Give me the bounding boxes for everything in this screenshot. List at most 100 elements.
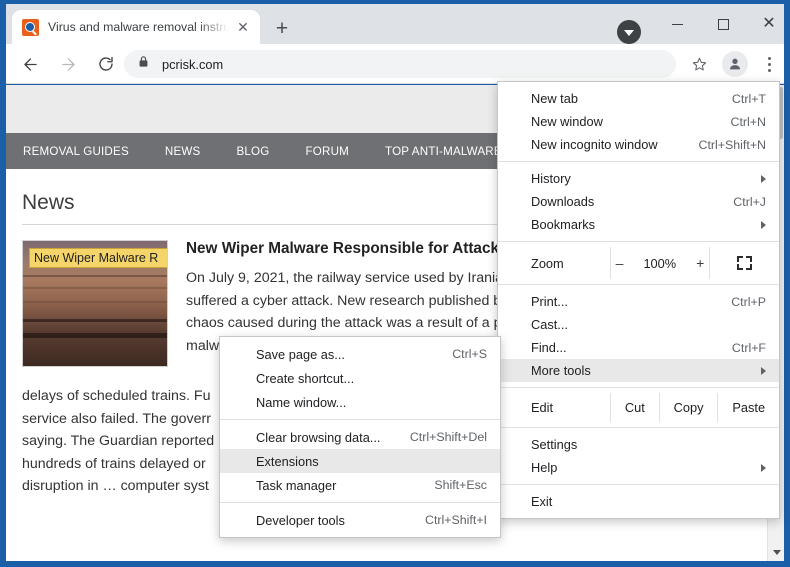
menu-item-label: History [531,171,751,186]
menu-item-find[interactable]: Find... Ctrl+F [498,336,779,359]
window-frame-bottom [0,561,790,567]
submenu-item-label: Developer tools [256,513,415,528]
menu-item-label: Find... [531,340,722,355]
nav-item-removal-guides[interactable]: REMOVAL GUIDES [23,145,129,158]
nav-item-top-anti-malware[interactable]: TOP ANTI-MALWARE [385,145,502,158]
arrow-left-icon [21,55,40,74]
menu-item-label: New incognito window [531,137,689,152]
nav-item-forum[interactable]: FORUM [306,145,350,158]
menu-item-new-tab[interactable]: New tab Ctrl+T [498,87,779,110]
browser-tab[interactable]: Virus and malware removal instru ✕ [12,10,260,44]
scroll-down-button[interactable] [768,544,784,561]
cut-button[interactable]: Cut [610,393,659,422]
menu-item-new-window[interactable]: New window Ctrl+N [498,110,779,133]
zoom-in-button[interactable]: + [696,255,704,271]
tab-search-button[interactable] [617,20,641,44]
submenu-item-label: Create shortcut... [256,371,487,386]
submenu-item-label: Save page as... [256,347,442,362]
window-frame-right [784,0,790,567]
fullscreen-button[interactable] [709,247,779,279]
address-bar[interactable]: pcrisk.com [124,50,676,78]
menu-item-label: Downloads [531,194,723,209]
menu-item-shortcut: Ctrl+J [733,195,766,209]
menu-item-new-incognito-window[interactable]: New incognito window Ctrl+Shift+N [498,133,779,156]
lock-icon [138,55,150,73]
menu-item-label: Bookmarks [531,217,751,232]
menu-item-downloads[interactable]: Downloads Ctrl+J [498,190,779,213]
pcrisk-magnifier-icon [22,19,39,36]
close-icon[interactable]: ✕ [234,18,252,36]
submenu-separator [220,502,500,503]
maximize-button[interactable] [700,8,746,40]
star-icon [691,56,708,73]
menu-item-label: Help [531,460,751,475]
zoom-label: Zoom [498,247,610,279]
zoom-controls: – 100% + [610,247,709,279]
browser-toolbar: pcrisk.com [6,44,784,84]
maximize-icon [718,19,729,30]
chevron-right-icon [761,367,766,375]
submenu-item-name-window[interactable]: Name window... [220,390,500,414]
menu-item-label: New window [531,114,721,129]
url-text: pcrisk.com [162,57,223,72]
new-tab-button[interactable]: + [268,14,296,42]
arrow-right-icon [59,55,78,74]
menu-zoom-row: Zoom – 100% + [498,247,779,279]
submenu-item-developer-tools[interactable]: Developer tools Ctrl+Shift+I [220,508,500,532]
menu-separator [498,387,779,388]
bookmark-star-button[interactable] [686,50,712,78]
three-dot-menu-icon[interactable] [756,50,782,78]
fullscreen-icon [737,256,752,270]
nav-item-news[interactable]: NEWS [165,145,201,158]
profile-avatar-icon [727,56,743,72]
zoom-out-button[interactable]: – [616,255,624,271]
minimize-button[interactable] [654,8,700,40]
menu-item-label: New tab [531,91,722,106]
submenu-item-shortcut: Ctrl+S [452,347,487,361]
menu-separator [498,161,779,162]
window-close-button[interactable]: ✕ [746,8,790,40]
chevron-right-icon [761,175,766,183]
menu-item-bookmarks[interactable]: Bookmarks [498,213,779,236]
copy-button[interactable]: Copy [659,393,718,422]
submenu-item-label: Task manager [256,478,424,493]
profile-button[interactable] [722,51,748,77]
submenu-item-clear-browsing-data[interactable]: Clear browsing data... Ctrl+Shift+Del [220,425,500,449]
chrome-main-menu: New tab Ctrl+T New window Ctrl+N New inc… [497,81,780,519]
chevron-down-icon [773,550,781,555]
back-button[interactable] [16,50,44,78]
nav-item-blog[interactable]: BLOG [236,145,269,158]
edit-label: Edit [498,393,610,422]
menu-item-label: Print... [531,294,721,309]
browser-window: Virus and malware removal instru ✕ + ✕ [0,0,790,567]
menu-separator [498,241,779,242]
article-thumbnail[interactable]: New Wiper Malware R [22,240,168,367]
chevron-right-icon [761,464,766,472]
menu-item-shortcut: Ctrl+N [731,115,766,129]
submenu-item-task-manager[interactable]: Task manager Shift+Esc [220,473,500,497]
chevron-right-icon [761,221,766,229]
menu-item-label: Settings [531,437,766,452]
submenu-item-shortcut: Ctrl+Shift+I [425,513,487,527]
submenu-item-save-page-as[interactable]: Save page as... Ctrl+S [220,342,500,366]
menu-item-exit[interactable]: Exit [498,490,779,513]
submenu-item-create-shortcut[interactable]: Create shortcut... [220,366,500,390]
forward-button[interactable] [54,50,82,78]
menu-item-settings[interactable]: Settings [498,433,779,456]
menu-item-print[interactable]: Print... Ctrl+P [498,290,779,313]
reload-button[interactable] [92,50,120,78]
submenu-item-shortcut: Ctrl+Shift+Del [410,430,487,444]
submenu-item-extensions[interactable]: Extensions [220,449,500,473]
paste-button[interactable]: Paste [717,393,779,422]
submenu-separator [220,419,500,420]
minimize-icon [672,24,683,25]
article-thumbnail-caption: New Wiper Malware R [29,248,168,268]
menu-item-help[interactable]: Help [498,456,779,479]
menu-item-history[interactable]: History [498,167,779,190]
menu-item-label: More tools [531,363,751,378]
menu-item-more-tools[interactable]: More tools [498,359,779,382]
menu-item-cast[interactable]: Cast... [498,313,779,336]
chevron-down-icon [624,30,634,36]
menu-separator [498,427,779,428]
zoom-level-value: 100% [643,256,676,271]
